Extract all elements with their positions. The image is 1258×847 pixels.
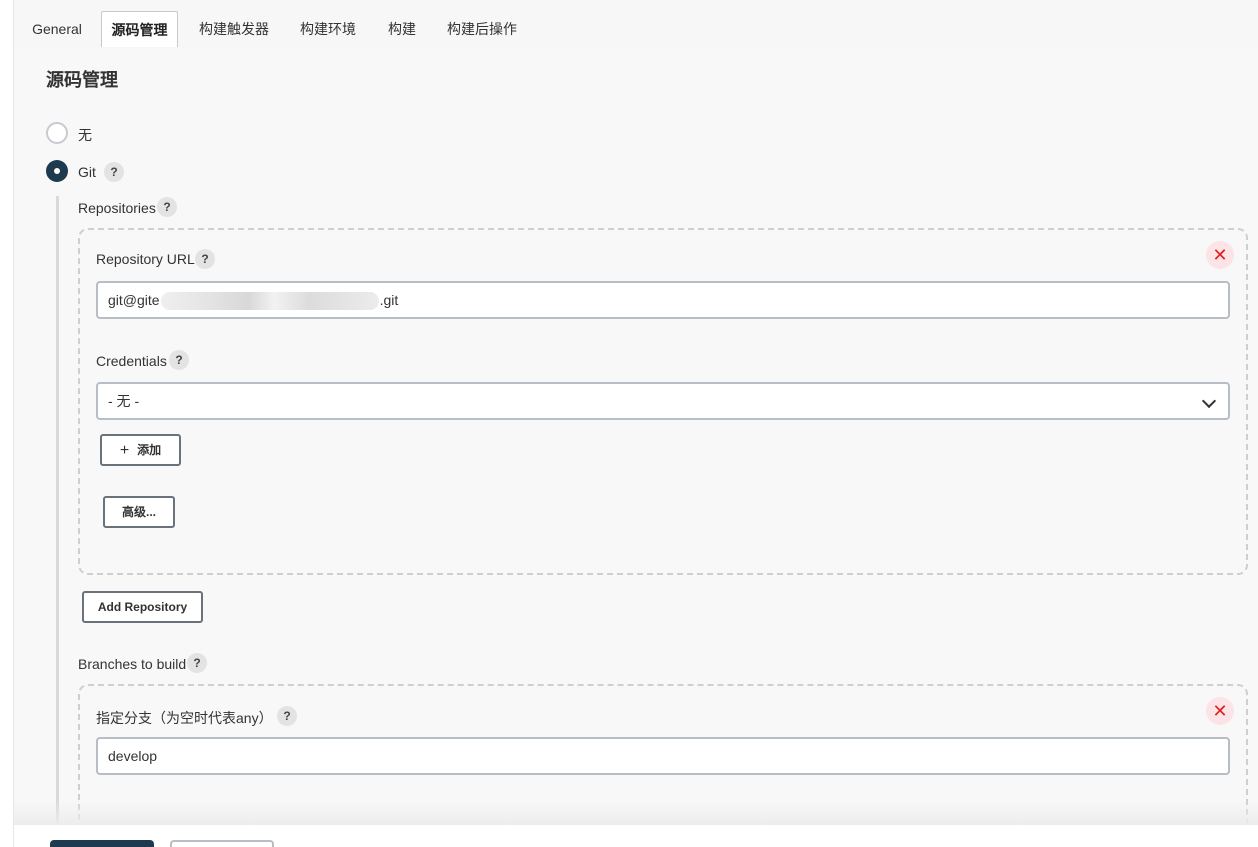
- credentials-select[interactable]: - 无 -: [96, 382, 1230, 420]
- credentials-label: Credentials: [96, 353, 167, 369]
- redacted-blur: [160, 292, 379, 311]
- page-title: 源码管理: [46, 70, 118, 90]
- git-help-icon[interactable]: ?: [104, 162, 124, 182]
- branches-help-icon[interactable]: ?: [187, 653, 207, 673]
- jenkins-job-config-page: General 源码管理 构建触发器 构建环境 构建 构建后操作 源码管理 无 …: [0, 0, 1258, 847]
- scroll-shadow: [14, 800, 1258, 826]
- apply-button[interactable]: [170, 840, 274, 847]
- branch-specifier-input[interactable]: develop: [96, 737, 1230, 775]
- tab-source-code-management[interactable]: 源码管理: [101, 11, 178, 47]
- save-button[interactable]: [50, 840, 154, 847]
- tab-build-triggers[interactable]: 构建触发器: [192, 11, 276, 47]
- tab-general[interactable]: General: [22, 11, 92, 47]
- repository-url-help-icon[interactable]: ?: [195, 249, 215, 269]
- scm-none-radio[interactable]: [46, 122, 68, 144]
- remove-branch-close-icon[interactable]: ✕: [1206, 697, 1234, 725]
- add-repository-button[interactable]: Add Repository: [82, 591, 203, 623]
- tab-build[interactable]: 构建: [380, 11, 424, 47]
- add-credentials-label: 添加: [137, 443, 162, 457]
- scm-section: 源码管理 无 Git ? Repositories ? Repository U…: [14, 48, 1258, 825]
- repository-entry-box: Repository URL ? ✕ git@gite .git Credenti…: [78, 228, 1248, 575]
- git-options-rail: [56, 196, 59, 825]
- branch-specifier-label: 指定分支（为空时代表any）: [96, 710, 273, 726]
- plus-icon: +: [119, 442, 130, 459]
- tab-post-build-actions[interactable]: 构建后操作: [440, 11, 524, 47]
- config-tab-bar: General 源码管理 构建触发器 构建环境 构建 构建后操作: [14, 0, 1258, 48]
- radio-dot: [54, 168, 60, 174]
- credentials-help-icon[interactable]: ?: [169, 350, 189, 370]
- scm-git-label: Git: [78, 164, 96, 180]
- tab-build-environment[interactable]: 构建环境: [292, 11, 364, 47]
- repository-url-input[interactable]: git@gite .git: [96, 281, 1230, 319]
- scm-none-label: 无: [78, 127, 92, 143]
- advanced-button[interactable]: 高级...: [103, 496, 175, 528]
- remove-repository-close-icon[interactable]: ✕: [1206, 241, 1234, 269]
- branch-specifier-help-icon[interactable]: ?: [277, 706, 297, 726]
- scm-git-radio[interactable]: [46, 160, 68, 182]
- credentials-selected-value: - 无 -: [108, 393, 140, 409]
- branches-to-build-label: Branches to build: [78, 656, 187, 672]
- add-credentials-button[interactable]: + 添加: [100, 434, 181, 466]
- chevron-down-icon: [1201, 393, 1217, 409]
- repositories-label: Repositories: [78, 200, 156, 216]
- repository-url-label: Repository URL: [96, 251, 195, 267]
- repositories-help-icon[interactable]: ?: [157, 197, 177, 217]
- repository-url-prefix: git@gite: [108, 292, 160, 308]
- repository-url-suffix: .git: [379, 292, 399, 308]
